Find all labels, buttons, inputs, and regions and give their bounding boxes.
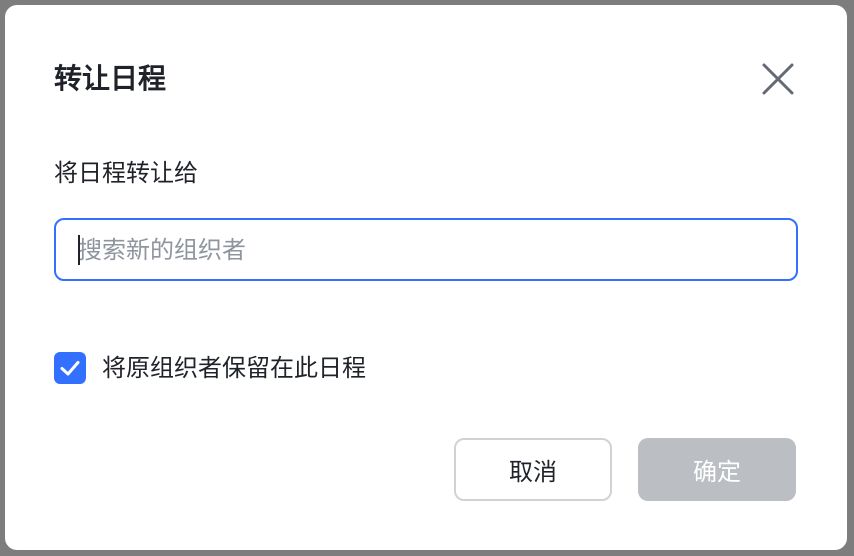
- confirm-button[interactable]: 确定: [638, 438, 796, 501]
- close-button[interactable]: [758, 59, 798, 99]
- transfer-to-label: 将日程转让给: [54, 159, 198, 187]
- text-caret: [78, 235, 80, 265]
- check-icon: [60, 361, 80, 376]
- close-icon: [762, 63, 794, 95]
- organizer-search-input[interactable]: [54, 218, 798, 281]
- keep-organizer-checkbox[interactable]: [54, 352, 86, 384]
- dialog-title: 转让日程: [54, 62, 167, 95]
- keep-organizer-label[interactable]: 将原组织者保留在此日程: [102, 351, 366, 385]
- transfer-event-dialog: 转让日程 将日程转让给 将原组织者保留在此日程 取消 确定: [5, 5, 847, 550]
- cancel-button[interactable]: 取消: [454, 438, 612, 501]
